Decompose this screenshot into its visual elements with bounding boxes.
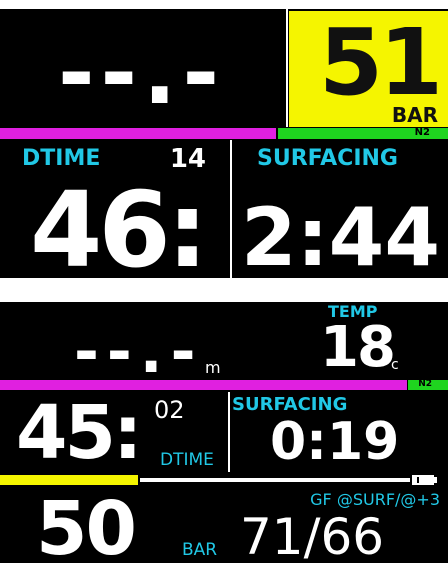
surfacing-label: SURFACING bbox=[257, 146, 398, 171]
gf-value: 71/66 bbox=[240, 508, 385, 563]
temp-value: 18 bbox=[320, 315, 396, 380]
depth-panel: --.- bbox=[0, 9, 285, 127]
dtime-label: DTIME bbox=[22, 146, 101, 171]
dtime-small-value: 02 bbox=[154, 396, 185, 424]
pressure-panel: 50 BAR bbox=[0, 488, 230, 563]
dtime-label: DTIME bbox=[160, 450, 214, 470]
surfacing-panel: SURFACING 2:44 bbox=[233, 140, 448, 278]
divider bbox=[286, 9, 288, 127]
dive-screen-2: --.- m TEMP 18 °c N2 45: 02 DTIME SURFAC… bbox=[0, 302, 448, 563]
status-bar-track bbox=[140, 478, 410, 482]
dtime-value: 45: bbox=[16, 390, 143, 476]
surfacing-value: 2:44 bbox=[241, 191, 440, 278]
divider bbox=[228, 392, 230, 472]
tank-pressure-panel: 51 BAR bbox=[289, 11, 448, 127]
dtime-panel: 45: 02 DTIME bbox=[0, 392, 227, 472]
pressure-unit: BAR bbox=[182, 540, 218, 560]
battery-tip bbox=[434, 477, 437, 483]
gf-label: GF @SURF/@+3 bbox=[310, 490, 440, 509]
status-bar bbox=[0, 474, 448, 486]
n2-bar-fill-magenta bbox=[0, 128, 276, 139]
dive-screen-1: --.- 51 BAR N2 DTIME 14 46: SURFACING 2:… bbox=[0, 9, 448, 278]
gf-panel: GF @SURF/@+3 71/66 bbox=[232, 488, 448, 563]
n2-loading-bar: N2 bbox=[0, 380, 448, 390]
depth-panel: --.- m bbox=[0, 302, 300, 382]
n2-loading-bar: N2 bbox=[0, 128, 448, 139]
divider bbox=[230, 140, 232, 278]
battery-icon bbox=[412, 475, 434, 485]
n2-bar-fill-magenta bbox=[0, 380, 407, 390]
surfacing-value: 0:19 bbox=[270, 412, 400, 472]
tank-pressure-unit: BAR bbox=[391, 103, 438, 127]
dtime-panel: DTIME 14 46: bbox=[0, 140, 228, 278]
depth-unit: m bbox=[205, 358, 221, 377]
pressure-value: 50 bbox=[36, 486, 137, 563]
temp-panel: TEMP 18 °c bbox=[300, 302, 448, 378]
dtime-value: 46: bbox=[30, 169, 208, 278]
gas-label: N2 bbox=[418, 379, 432, 389]
temp-unit: °c bbox=[384, 357, 399, 373]
surfacing-panel: SURFACING 0:19 bbox=[232, 392, 448, 472]
tank-pressure-value: 51 bbox=[319, 9, 443, 116]
gas-label: N2 bbox=[414, 127, 430, 138]
depth-value: --.- bbox=[58, 21, 225, 124]
yellow-bar-fill bbox=[0, 475, 138, 485]
depth-value: --.- bbox=[74, 317, 204, 387]
